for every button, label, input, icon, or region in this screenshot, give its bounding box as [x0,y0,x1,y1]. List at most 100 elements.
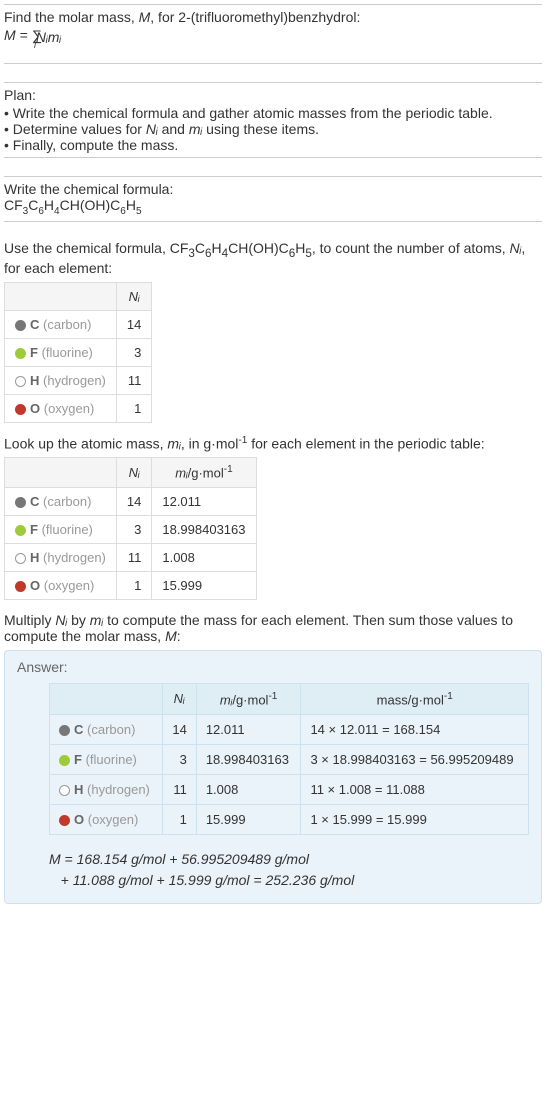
n-value: 14 [116,310,151,338]
element-cell: O (oxygen) [5,394,117,422]
mass-value: 11 × 1.008 = 11.088 [301,774,529,804]
count-atoms-text: Use the chemical formula, CF3C6H4CH(OH)C… [4,240,542,276]
element-name: (fluorine) [86,752,137,767]
header-ni: Nᵢ [116,458,151,487]
m-value: 1.008 [152,543,256,571]
element-dot-icon [15,348,26,359]
element-symbol: H [74,782,83,797]
write-formula-title: Write the chemical formula: [4,181,542,197]
intro-formula: M = ∑ i Nᵢmᵢ [4,27,542,59]
table-header-row: Nᵢ mᵢ/g·mol-1 [5,458,257,487]
n-value: 11 [116,543,151,571]
intro-M: M [139,9,151,25]
element-dot-icon [15,553,26,564]
header-mi: mᵢ/g·mol-1 [152,458,256,487]
mass-value: 3 × 18.998403163 = 56.995209489 [301,744,529,774]
element-name: (oxygen) [44,401,95,416]
element-cell: H (hydrogen) [5,366,117,394]
m-value: 12.011 [152,487,256,515]
intro-text-a: Find the molar mass, [4,9,139,25]
element-name: (carbon) [87,722,135,737]
n-value: 11 [116,366,151,394]
table-row: H (hydrogen)11 [5,366,152,394]
table-row: H (hydrogen)111.008 [5,543,257,571]
table-row: F (fluorine)318.998403163 [5,515,257,543]
lookup-text: Look up the atomic mass, mᵢ, in g·mol-1 … [4,435,542,452]
m-value: 18.998403163 [196,744,301,774]
n-value: 3 [162,744,196,774]
element-dot-icon [15,320,26,331]
answer-table: Nᵢ mᵢ/g·mol-1 mass/g·mol-1 C (carbon)141… [49,683,529,835]
element-dot-icon [15,581,26,592]
intro-line: Find the molar mass, M, for 2-(trifluoro… [4,9,542,25]
element-dot-icon [59,755,70,766]
chemical-formula: CF3C6H4CH(OH)C6H5 [4,197,542,217]
element-cell: O (oxygen) [50,804,163,834]
element-symbol: F [74,752,82,767]
intro-section: Find the molar mass, M, for 2-(trifluoro… [4,4,542,64]
element-symbol: F [30,345,38,360]
table-row: O (oxygen)115.9991 × 15.999 = 15.999 [50,804,529,834]
element-name: (oxygen) [88,812,139,827]
intro-text-c: , for 2-(trifluoromethyl)benzhydrol: [150,9,360,25]
n-value: 1 [116,571,151,599]
element-dot-icon [59,815,70,826]
table-header-row: Nᵢ [5,282,152,310]
n-value: 14 [162,714,196,744]
n-value: 3 [116,338,151,366]
table-row: F (fluorine)3 [5,338,152,366]
atom-count-table: Nᵢ C (carbon)14F (fluorine)3H (hydrogen)… [4,282,152,423]
element-cell: C (carbon) [5,310,117,338]
element-name: (hydrogen) [43,550,106,565]
write-formula-section: Write the chemical formula: CF3C6H4CH(OH… [4,176,542,222]
element-symbol: F [30,522,38,537]
answer-label: Answer: [17,659,529,675]
element-symbol: O [30,401,40,416]
element-dot-icon [59,725,70,736]
element-name: (hydrogen) [87,782,150,797]
element-dot-icon [15,376,26,387]
element-symbol: C [30,494,39,509]
answer-box: Answer: Nᵢ mᵢ/g·mol-1 mass/g·mol-1 C (ca… [4,650,542,904]
m-value: 18.998403163 [152,515,256,543]
m-value: 15.999 [152,571,256,599]
element-dot-icon [15,404,26,415]
multiply-text: Multiply Nᵢ by mᵢ to compute the mass fo… [4,612,542,644]
element-cell: H (hydrogen) [5,543,117,571]
plan-section: Plan: • Write the chemical formula and g… [4,82,542,158]
table-row: O (oxygen)1 [5,394,152,422]
final-calculation: M = 168.154 g/mol + 56.995209489 g/mol +… [49,849,529,891]
element-name: (fluorine) [42,522,93,537]
element-symbol: H [30,550,39,565]
element-symbol: C [30,317,39,332]
element-symbol: C [74,722,83,737]
element-name: (carbon) [43,317,91,332]
element-cell: H (hydrogen) [50,774,163,804]
n-value: 3 [116,515,151,543]
table-row: H (hydrogen)111.00811 × 1.008 = 11.088 [50,774,529,804]
m-value: 12.011 [196,714,301,744]
table-row: O (oxygen)115.999 [5,571,257,599]
table-row: C (carbon)14 [5,310,152,338]
element-cell: C (carbon) [50,714,163,744]
header-empty [5,458,117,487]
element-dot-icon [15,497,26,508]
element-cell: O (oxygen) [5,571,117,599]
answer-inner: Nᵢ mᵢ/g·mol-1 mass/g·mol-1 C (carbon)141… [17,683,529,891]
element-dot-icon [15,525,26,536]
table-row: C (carbon) 1412.011 [5,487,257,515]
n-value: 14 [116,487,151,515]
formula-tail: Nᵢmᵢ [36,29,61,45]
element-symbol: H [30,373,39,388]
element-symbol: O [74,812,84,827]
header-empty [50,683,163,714]
table-row: C (carbon)1412.01114 × 12.011 = 168.154 [50,714,529,744]
m-value: 15.999 [196,804,301,834]
table-row: F (fluorine) 318.9984031633 × 18.99840316… [50,744,529,774]
element-name: (oxygen) [44,578,95,593]
element-name: (carbon) [43,494,91,509]
plan-bullet-2: • Determine values for Nᵢ and mᵢ using t… [4,121,542,137]
count-atoms-section: Use the chemical formula, CF3C6H4CH(OH)C… [4,240,542,423]
mass-value: 1 × 15.999 = 15.999 [301,804,529,834]
element-cell: F (fluorine) [5,515,117,543]
